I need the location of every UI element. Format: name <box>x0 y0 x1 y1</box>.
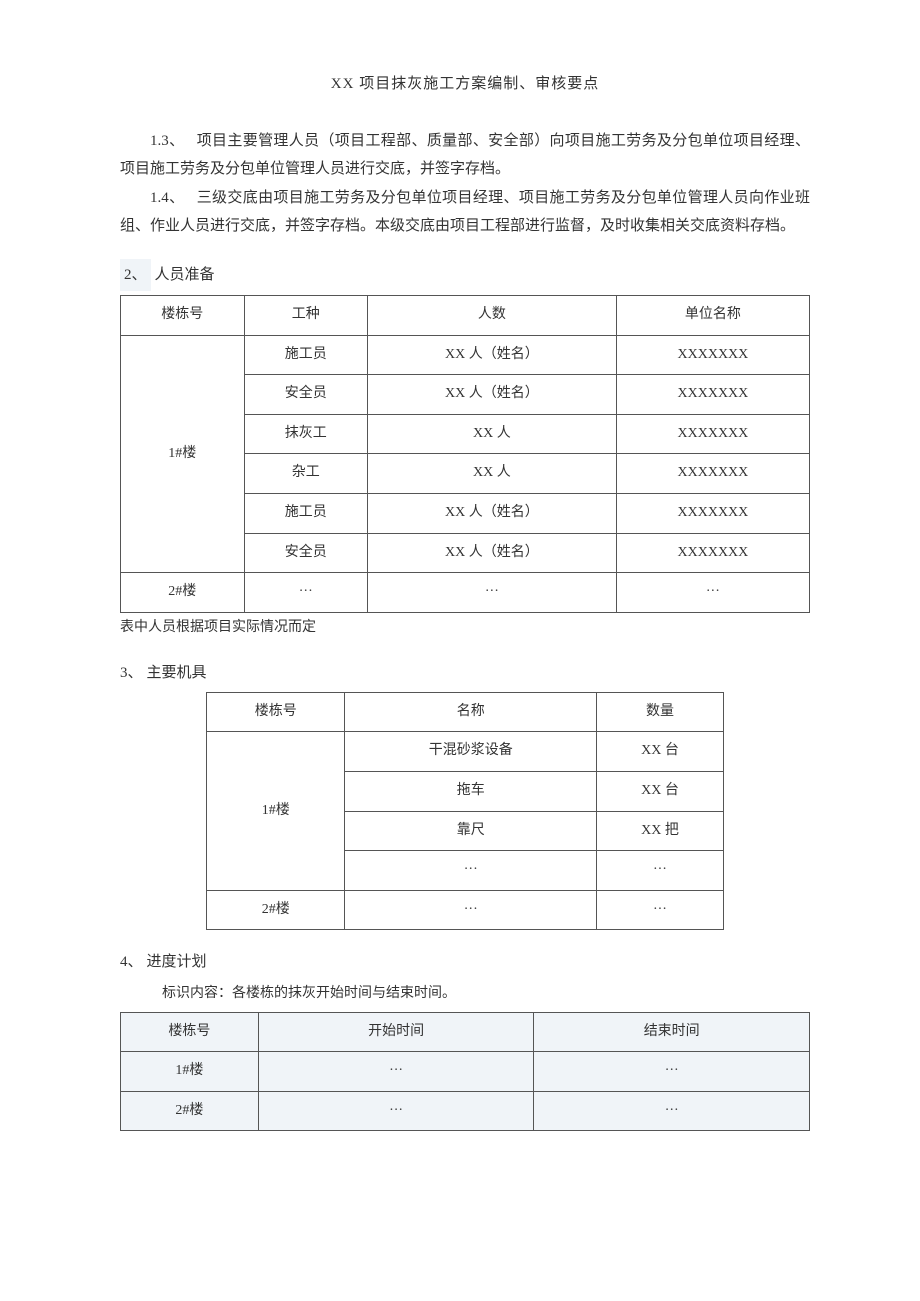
col-building: 楼栋号 <box>207 692 345 732</box>
section-4-heading: 4、进度计划 <box>120 948 810 977</box>
cell-type: 安全员 <box>244 375 368 415</box>
cell-qty: XX 把 <box>597 811 724 851</box>
cell-type: 抹灰工 <box>244 414 368 454</box>
personnel-note: 表中人员根据项目实际情况而定 <box>120 615 810 642</box>
table-row: 2#楼 ··· ··· <box>207 890 724 930</box>
paragraph-1-3: 1.3、 项目主要管理人员（项目工程部、质量部、安全部）向项目施工劳务及分包单位… <box>120 127 810 184</box>
col-qty: 数量 <box>597 692 724 732</box>
personnel-table: 楼栋号 工种 人数 单位名称 1#楼 施工员 XX 人（姓名） XXXXXXX … <box>120 295 810 613</box>
cell-qty: XX 台 <box>597 772 724 812</box>
cell-name: 干混砂浆设备 <box>345 732 597 772</box>
cell-unit: XXXXXXX <box>616 493 809 533</box>
para-text: 项目主要管理人员（项目工程部、质量部、安全部）向项目施工劳务及分包单位项目经理、… <box>120 133 810 178</box>
section-title: 人员准备 <box>155 267 215 283</box>
col-type: 工种 <box>244 296 368 336</box>
cell-name: ··· <box>345 890 597 930</box>
table-header-row: 楼栋号 名称 数量 <box>207 692 724 732</box>
cell-end: ··· <box>534 1091 810 1131</box>
cell-name: 拖车 <box>345 772 597 812</box>
table-row: 1#楼 ··· ··· <box>121 1052 810 1092</box>
cell-name: ··· <box>345 851 597 891</box>
cell-unit: XXXXXXX <box>616 454 809 494</box>
cell-building: 1#楼 <box>121 335 245 573</box>
section-2-heading: 2、人员准备 <box>120 259 810 292</box>
schedule-subnote: 标识内容：各楼栋的抹灰开始时间与结束时间。 <box>120 981 810 1008</box>
cell-building: 2#楼 <box>207 890 345 930</box>
table-row: 2#楼 ··· ··· ··· <box>121 573 810 613</box>
col-start: 开始时间 <box>258 1012 534 1052</box>
cell-building: 2#楼 <box>121 573 245 613</box>
section-num: 3、 <box>120 659 143 688</box>
document-title: XX 项目抹灰施工方案编制、审核要点 <box>120 70 810 99</box>
section-num: 2、 <box>120 259 151 292</box>
cell-unit: ··· <box>616 573 809 613</box>
cell-building: 1#楼 <box>207 732 345 890</box>
equipment-table: 楼栋号 名称 数量 1#楼 干混砂浆设备 XX 台 拖车 XX 台 靠尺 XX … <box>206 692 724 931</box>
col-unit: 单位名称 <box>616 296 809 336</box>
cell-unit: XXXXXXX <box>616 335 809 375</box>
para-num: 1.4、 <box>150 190 184 206</box>
para-text: 三级交底由项目施工劳务及分包单位项目经理、项目施工劳务及分包单位管理人员向作业班… <box>120 190 810 235</box>
cell-building: 2#楼 <box>121 1091 259 1131</box>
cell-count: XX 人（姓名） <box>368 533 617 573</box>
table-header-row: 楼栋号 工种 人数 单位名称 <box>121 296 810 336</box>
paragraph-1-4: 1.4、 三级交底由项目施工劳务及分包单位项目经理、项目施工劳务及分包单位管理人… <box>120 184 810 241</box>
table-header-row: 楼栋号 开始时间 结束时间 <box>121 1012 810 1052</box>
section-num: 4、 <box>120 948 143 977</box>
cell-type: 施工员 <box>244 493 368 533</box>
cell-count: XX 人（姓名） <box>368 335 617 375</box>
col-count: 人数 <box>368 296 617 336</box>
col-name: 名称 <box>345 692 597 732</box>
cell-count: ··· <box>368 573 617 613</box>
table-row: 1#楼 干混砂浆设备 XX 台 <box>207 732 724 772</box>
cell-end: ··· <box>534 1052 810 1092</box>
cell-start: ··· <box>258 1091 534 1131</box>
cell-name: 靠尺 <box>345 811 597 851</box>
section-3-heading: 3、主要机具 <box>120 659 810 688</box>
cell-qty: ··· <box>597 851 724 891</box>
cell-start: ··· <box>258 1052 534 1092</box>
cell-unit: XXXXXXX <box>616 533 809 573</box>
cell-qty: ··· <box>597 890 724 930</box>
cell-count: XX 人 <box>368 454 617 494</box>
cell-qty: XX 台 <box>597 732 724 772</box>
cell-type: 杂工 <box>244 454 368 494</box>
cell-unit: XXXXXXX <box>616 375 809 415</box>
col-building: 楼栋号 <box>121 296 245 336</box>
cell-type: 施工员 <box>244 335 368 375</box>
section-title: 主要机具 <box>147 665 207 681</box>
cell-count: XX 人（姓名） <box>368 493 617 533</box>
col-building: 楼栋号 <box>121 1012 259 1052</box>
col-end: 结束时间 <box>534 1012 810 1052</box>
cell-count: XX 人 <box>368 414 617 454</box>
cell-unit: XXXXXXX <box>616 414 809 454</box>
table-row: 2#楼 ··· ··· <box>121 1091 810 1131</box>
schedule-table: 楼栋号 开始时间 结束时间 1#楼 ··· ··· 2#楼 ··· ··· <box>120 1012 810 1132</box>
cell-type: 安全员 <box>244 533 368 573</box>
para-num: 1.3、 <box>150 133 184 149</box>
cell-type: ··· <box>244 573 368 613</box>
cell-count: XX 人（姓名） <box>368 375 617 415</box>
cell-building: 1#楼 <box>121 1052 259 1092</box>
section-title: 进度计划 <box>147 954 207 970</box>
table-row: 1#楼 施工员 XX 人（姓名） XXXXXXX <box>121 335 810 375</box>
